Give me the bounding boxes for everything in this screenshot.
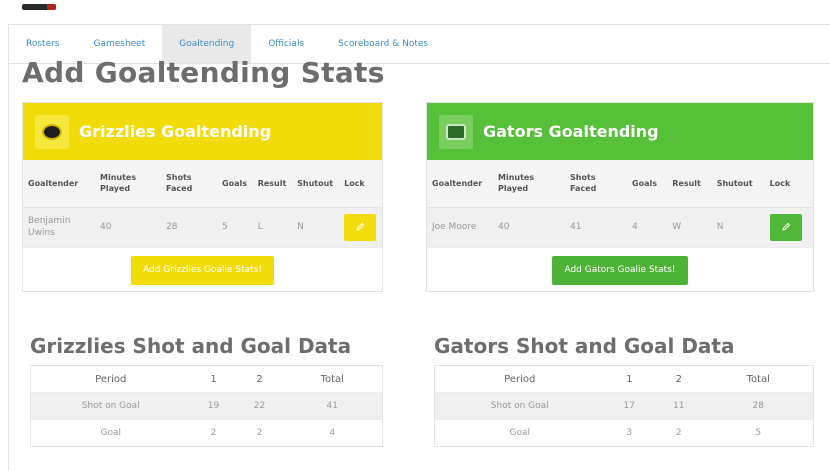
cell: 5 — [703, 419, 814, 447]
away-card-title: Gators Goaltending — [483, 122, 659, 141]
goalie-minutes: 40 — [493, 207, 565, 247]
cell: 2 — [190, 419, 237, 447]
col-total: Total — [746, 373, 770, 385]
col-period: Period — [504, 373, 536, 385]
row-label: Shot on Goal — [434, 392, 605, 420]
col-shutout: Shutout — [292, 160, 340, 208]
col-shutout: Shutout — [711, 160, 765, 208]
cell: 19 — [190, 392, 237, 420]
goalie-shutout: N — [292, 207, 340, 247]
edit-lock-button[interactable] — [344, 213, 377, 241]
cell: 4 — [282, 419, 383, 447]
row-label: Shot on Goal — [30, 392, 191, 420]
col-period-2: 2 — [675, 373, 682, 385]
add-away-goalie-button[interactable]: Add Gators Goalie Stats! — [552, 256, 688, 285]
col-goals: Goals — [627, 160, 668, 208]
table-row: Benjamin Uwins 40 28 5 L N — [23, 207, 382, 247]
cell: 2 — [654, 419, 704, 447]
home-shot-table: Period 1 2 Total Shot on Goal 19 22 41 G… — [30, 365, 383, 447]
home-add-row: Add Grizzlies Goalie Stats! — [23, 247, 382, 293]
goalie-result: W — [667, 207, 712, 247]
team-logo-icon — [35, 114, 69, 149]
col-result: Result — [667, 160, 712, 208]
cell: 22 — [236, 392, 283, 420]
col-lock: Lock — [764, 160, 813, 208]
col-period-1: 1 — [210, 373, 217, 385]
goalie-result: L — [252, 207, 293, 247]
home-goalie-table: Goaltender Minutes Played Shots Faced Go… — [23, 160, 382, 247]
goalie-name: Benjamin Uwins — [23, 207, 95, 247]
table-row: Shot on Goal 17 11 28 — [434, 392, 814, 420]
goalie-goals: 5 — [217, 207, 253, 247]
goalie-shutout: N — [711, 207, 765, 247]
cell: 2 — [236, 419, 283, 447]
cell: 17 — [604, 392, 654, 420]
col-period: Period — [95, 373, 127, 385]
table-row: Goal 2 2 4 — [30, 419, 383, 447]
away-shot-table: Period 1 2 Total Shot on Goal 17 11 28 G… — [434, 365, 814, 447]
add-home-goalie-button[interactable]: Add Grizzlies Goalie Stats! — [131, 256, 274, 285]
goalie-minutes: 40 — [95, 207, 161, 247]
pencil-icon — [356, 223, 365, 231]
away-shot-title: Gators Shot and Goal Data — [434, 334, 735, 358]
col-period-1: 1 — [626, 373, 633, 385]
col-goals: Goals — [217, 160, 253, 208]
site-logo — [22, 4, 56, 10]
table-row: Shot on Goal 19 22 41 — [30, 392, 383, 420]
goalie-shots: 41 — [565, 207, 627, 247]
col-minutes: Minutes Played — [95, 160, 161, 208]
table-row: Goal 3 2 5 — [434, 419, 814, 447]
col-goaltender: Goaltender — [23, 160, 95, 208]
page-title: Add Goaltending Stats — [22, 56, 385, 89]
lock-cell — [339, 207, 382, 247]
col-minutes: Minutes Played — [493, 160, 565, 208]
goalie-goals: 4 — [627, 207, 668, 247]
cell: 11 — [654, 392, 704, 420]
away-card-header: Gators Goaltending — [427, 103, 813, 160]
row-label: Goal — [434, 419, 605, 447]
lock-cell — [764, 207, 813, 247]
edit-lock-button[interactable] — [769, 213, 802, 241]
goalie-shots: 28 — [161, 207, 217, 247]
col-shots: Shots Faced — [161, 160, 217, 208]
pencil-icon — [781, 223, 790, 231]
col-total: Total — [320, 373, 344, 385]
col-goaltender: Goaltender — [427, 160, 493, 208]
home-card-header: Grizzlies Goaltending — [23, 103, 382, 160]
table-row: Joe Moore 40 41 4 W N — [427, 207, 813, 247]
away-goaltending-card: Gators Goaltending Goaltender Minutes Pl… — [426, 102, 814, 292]
col-result: Result — [252, 160, 293, 208]
goalie-name: Joe Moore — [427, 207, 493, 247]
team-logo-icon — [439, 114, 473, 149]
row-label: Goal — [30, 419, 191, 447]
cell: 41 — [282, 392, 383, 420]
home-shot-title: Grizzlies Shot and Goal Data — [30, 334, 352, 358]
home-card-title: Grizzlies Goaltending — [79, 122, 272, 141]
away-goalie-table: Goaltender Minutes Played Shots Faced Go… — [427, 160, 813, 247]
col-shots: Shots Faced — [565, 160, 627, 208]
col-lock: Lock — [339, 160, 382, 208]
col-period-2: 2 — [256, 373, 263, 385]
cell: 3 — [604, 419, 654, 447]
home-goaltending-card: Grizzlies Goaltending Goaltender Minutes… — [22, 102, 383, 292]
cell: 28 — [703, 392, 814, 420]
away-add-row: Add Gators Goalie Stats! — [427, 247, 813, 293]
